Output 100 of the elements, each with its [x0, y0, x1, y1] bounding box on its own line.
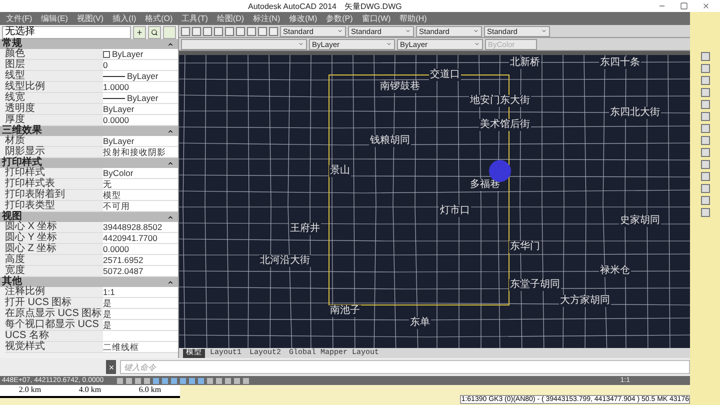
property-value[interactable]: 39448928.8502 [103, 222, 178, 232]
menu-item[interactable]: 参数(P) [326, 13, 353, 24]
property-label: 圆心 Z 坐标 [5, 244, 103, 254]
property-value[interactable]: 是 [103, 309, 178, 319]
property-value[interactable]: ByLayer [103, 93, 178, 103]
scale-label: 6.0 km [138, 385, 162, 396]
property-label: 打开 UCS 图标 [5, 298, 103, 308]
street-label: 地安门东大街 [469, 95, 531, 107]
property-value[interactable]: 不可用 [103, 201, 178, 211]
property-label: 透明度 [5, 104, 103, 114]
property-label: 圆心 Y 坐标 [5, 233, 103, 243]
window-title: Autodesk AutoCAD 2014 [248, 2, 337, 10]
property-label: 厚度 [5, 115, 103, 125]
property-value[interactable]: 1.0000 [103, 82, 178, 92]
menu-item[interactable]: 插入(I) [112, 13, 136, 24]
menu-item[interactable]: 标注(N) [253, 13, 280, 24]
section-header[interactable]: 视图 [0, 212, 178, 222]
property-value[interactable]: ByColor [103, 168, 178, 178]
street-label: 禄米仓 [599, 265, 631, 277]
caret-icon[interactable] [167, 40, 174, 48]
command-input[interactable]: 键入命令 [120, 360, 690, 374]
menu-item[interactable]: 编辑(E) [41, 13, 68, 24]
property-value[interactable]: 0.0000 [103, 244, 178, 254]
property-label: 线型 [5, 71, 103, 81]
street-label: 北新桥 [509, 57, 541, 69]
street-label: 东四十条 [599, 57, 641, 69]
menu-item[interactable]: 文件(F) [6, 13, 32, 24]
property-label: 在原点显示 UCS 图标 [5, 309, 103, 319]
property-label: 注释比例 [5, 287, 103, 297]
property-label: 材质 [5, 136, 103, 146]
street-label: 东华门 [509, 241, 541, 253]
close-icon[interactable] [106, 360, 116, 374]
select-icon[interactable] [148, 26, 161, 38]
street-label: 北河沿大街 [259, 255, 311, 267]
property-value[interactable]: 2571.6952 [103, 255, 178, 265]
street-label: 交道口 [429, 69, 461, 81]
caret-icon[interactable] [167, 160, 174, 166]
property-label: 高度 [5, 255, 103, 265]
street-label: 东单 [409, 317, 431, 329]
street-label: 大方家胡同 [559, 295, 611, 307]
street-label: 钱粮胡同 [369, 135, 411, 147]
property-label: 打印表附着到 [5, 190, 103, 200]
menu-item[interactable]: 窗口(W) [362, 13, 391, 24]
property-label: 打印样式 [5, 168, 103, 178]
street-label: 景山 [329, 165, 351, 177]
layer-dropdown[interactable] [181, 38, 307, 50]
toggle-icon[interactable] [133, 26, 146, 38]
property-value[interactable]: ByLayer [103, 104, 178, 114]
property-label: 打印样式表 [5, 179, 103, 189]
menu-item[interactable]: 格式(O) [145, 13, 173, 24]
street-label: 东四北大街 [609, 107, 661, 119]
menu-item[interactable]: 视图(V) [76, 13, 104, 24]
street-label: 史家胡同 [619, 215, 661, 227]
property-label: 阴影显示 [5, 147, 103, 157]
property-value[interactable]: ByLayer [103, 49, 178, 59]
property-value[interactable]: 是 [103, 298, 178, 308]
property-label: 图层 [5, 60, 103, 70]
property-value[interactable]: ByLayer [103, 71, 178, 81]
property-value[interactable]: 是 [103, 320, 178, 330]
property-label: UCS 名称 [5, 331, 103, 341]
property-value[interactable]: 0.0000 [103, 115, 178, 125]
property-label: 打印表类型 [5, 201, 103, 211]
section-header[interactable]: 其他 [0, 277, 178, 287]
property-value[interactable]: 1:1 [103, 287, 178, 297]
caret-icon[interactable] [167, 128, 174, 134]
maximize-icon[interactable] [680, 2, 688, 10]
street-label: 东堂子胡同 [509, 279, 561, 291]
street-label: 灯市口 [439, 205, 471, 217]
menu-item[interactable]: 修改(M) [289, 13, 318, 24]
property-value[interactable]: 二维线框 [103, 342, 178, 352]
property-value[interactable]: 0 [103, 60, 178, 70]
close-icon[interactable] [702, 2, 710, 10]
property-value[interactable]: ByLayer [103, 136, 178, 146]
property-value[interactable]: 投射和接收阴影 [103, 147, 178, 157]
menu-item[interactable]: 帮助(H) [400, 13, 427, 24]
property-label: 宽度 [5, 266, 103, 276]
file-name: 矢量DWG.DWG [344, 0, 402, 12]
property-label: 圆心 X 坐标 [5, 222, 103, 232]
selection-dropdown[interactable]: 无选择 [2, 26, 131, 38]
street-label: 美术馆后街 [479, 119, 531, 131]
property-label: 线宽 [5, 93, 103, 103]
section-header[interactable]: 三维效果 [0, 126, 178, 136]
menu-item[interactable]: 工具(T) [182, 13, 208, 24]
property-label: 视觉样式 [5, 342, 103, 352]
color-swatch-icon [103, 50, 110, 58]
property-value[interactable]: 无 [103, 179, 178, 189]
street-label: 王府井 [289, 223, 321, 235]
section-header[interactable]: 打印样式 [0, 158, 178, 168]
section-header[interactable]: 常规 [0, 39, 178, 49]
property-label: 线型比例 [5, 82, 103, 92]
menu-item[interactable]: 绘图(D) [216, 13, 244, 24]
street-label: 南锣鼓巷 [379, 81, 421, 93]
caret-icon[interactable] [167, 214, 174, 220]
property-value[interactable]: 模型 [103, 190, 178, 200]
property-value[interactable]: 4420941.7700 [103, 233, 178, 243]
scale-label: 2.0 km [18, 385, 42, 396]
property-value[interactable]: 5072.0487 [103, 266, 178, 276]
scale-label: 4.0 km [78, 385, 102, 396]
property-label: 每个视口都显示 UCS [5, 320, 103, 330]
caret-icon[interactable] [167, 278, 174, 286]
